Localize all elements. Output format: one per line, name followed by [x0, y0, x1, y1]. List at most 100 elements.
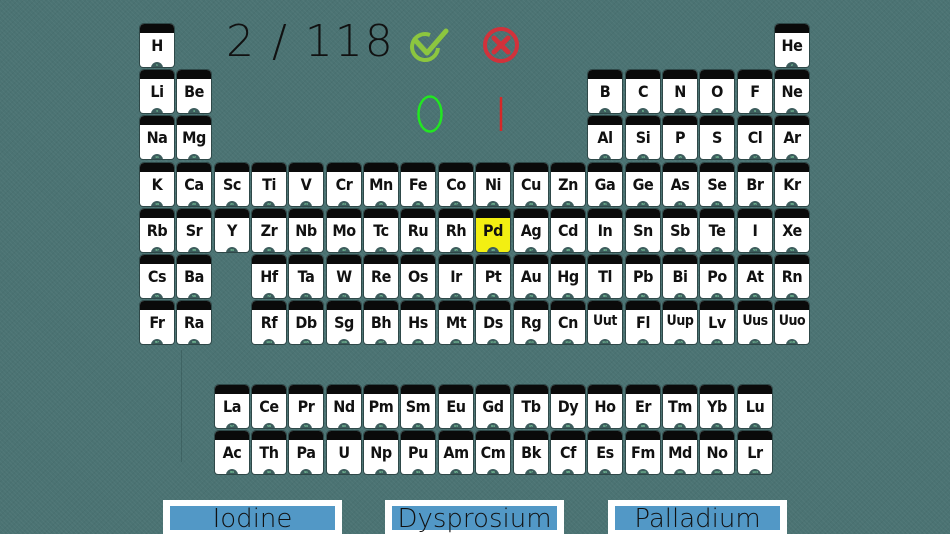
- element-tile-lv[interactable]: Lv 116: [700, 301, 734, 344]
- element-tile-al[interactable]: Al 13: [588, 116, 622, 159]
- element-tile-no[interactable]: No 102: [700, 431, 734, 474]
- element-tile-pd[interactable]: Pd 46: [476, 209, 510, 252]
- element-tile-uuo[interactable]: Uuo 118: [775, 301, 809, 344]
- element-tile-ra[interactable]: Ra 88: [177, 301, 211, 344]
- element-tile-at[interactable]: At 85: [738, 255, 772, 298]
- element-tile-ar[interactable]: Ar 18: [775, 116, 809, 159]
- element-tile-hs[interactable]: Hs 108: [401, 301, 435, 344]
- element-tile-pm[interactable]: Pm 61: [364, 385, 398, 428]
- element-tile-re[interactable]: Re 75: [364, 255, 398, 298]
- element-tile-tc[interactable]: Tc 43: [364, 209, 398, 252]
- element-tile-hf[interactable]: Hf 72: [252, 255, 286, 298]
- element-tile-cd[interactable]: Cd 48: [551, 209, 585, 252]
- element-tile-bk[interactable]: Bk 97: [514, 431, 548, 474]
- element-tile-nd[interactable]: Nd 60: [327, 385, 361, 428]
- element-tile-yb[interactable]: Yb 70: [700, 385, 734, 428]
- element-tile-dy[interactable]: Dy 66: [551, 385, 585, 428]
- element-tile-p[interactable]: P 15: [663, 116, 697, 159]
- element-tile-ds[interactable]: Ds 110: [476, 301, 510, 344]
- element-tile-ir[interactable]: Ir 77: [439, 255, 473, 298]
- element-tile-sb[interactable]: Sb 51: [663, 209, 697, 252]
- element-tile-fl[interactable]: Fl 114: [626, 301, 660, 344]
- element-tile-s[interactable]: S 16: [700, 116, 734, 159]
- element-tile-es[interactable]: Es 99: [588, 431, 622, 474]
- element-tile-co[interactable]: Co 27: [439, 163, 473, 206]
- element-tile-mn[interactable]: Mn 25: [364, 163, 398, 206]
- element-tile-br[interactable]: Br 35: [738, 163, 772, 206]
- element-tile-cm[interactable]: Cm 96: [476, 431, 510, 474]
- element-tile-ru[interactable]: Ru 44: [401, 209, 435, 252]
- element-tile-pa[interactable]: Pa 91: [289, 431, 323, 474]
- element-tile-db[interactable]: Db 105: [289, 301, 323, 344]
- element-tile-ne[interactable]: Ne 10: [775, 70, 809, 113]
- element-tile-lr[interactable]: Lr 103: [738, 431, 772, 474]
- element-tile-na[interactable]: Na 11: [140, 116, 174, 159]
- element-tile-mo[interactable]: Mo 42: [327, 209, 361, 252]
- element-tile-o[interactable]: O8: [700, 70, 734, 113]
- element-tile-kr[interactable]: Kr 36: [775, 163, 809, 206]
- element-tile-ca[interactable]: Ca 20: [177, 163, 211, 206]
- element-tile-bh[interactable]: Bh 107: [364, 301, 398, 344]
- element-tile-os[interactable]: Os 76: [401, 255, 435, 298]
- element-tile-xe[interactable]: Xe 54: [775, 209, 809, 252]
- element-tile-cf[interactable]: Cf 98: [551, 431, 585, 474]
- element-tile-pt[interactable]: Pt 78: [476, 255, 510, 298]
- element-tile-fm[interactable]: Fm 100: [626, 431, 660, 474]
- element-tile-rf[interactable]: Rf 104: [252, 301, 286, 344]
- element-tile-n[interactable]: N7: [663, 70, 697, 113]
- element-tile-i[interactable]: I 53: [738, 209, 772, 252]
- element-tile-lu[interactable]: Lu 71: [738, 385, 772, 428]
- element-tile-as[interactable]: As 33: [663, 163, 697, 206]
- element-tile-c[interactable]: C6: [626, 70, 660, 113]
- element-tile-nb[interactable]: Nb 41: [289, 209, 323, 252]
- element-tile-cr[interactable]: Cr 24: [327, 163, 361, 206]
- element-tile-la[interactable]: La 57: [215, 385, 249, 428]
- element-tile-sg[interactable]: Sg 106: [327, 301, 361, 344]
- element-tile-am[interactable]: Am 95: [439, 431, 473, 474]
- element-tile-w[interactable]: W 74: [327, 255, 361, 298]
- element-tile-b[interactable]: B5: [588, 70, 622, 113]
- answer-button-1[interactable]: Iodine: [163, 500, 342, 534]
- element-tile-cl[interactable]: Cl 17: [738, 116, 772, 159]
- element-tile-tb[interactable]: Tb 65: [514, 385, 548, 428]
- element-tile-au[interactable]: Au 79: [514, 255, 548, 298]
- element-tile-in[interactable]: In 49: [588, 209, 622, 252]
- element-tile-ga[interactable]: Ga 31: [588, 163, 622, 206]
- element-tile-ce[interactable]: Ce 58: [252, 385, 286, 428]
- element-tile-zr[interactable]: Zr 40: [252, 209, 286, 252]
- element-tile-sc[interactable]: Sc 21: [215, 163, 249, 206]
- element-tile-li[interactable]: Li 3: [140, 70, 174, 113]
- element-tile-be[interactable]: Be 4: [177, 70, 211, 113]
- element-tile-si[interactable]: Si 14: [626, 116, 660, 159]
- element-tile-pr[interactable]: Pr 59: [289, 385, 323, 428]
- element-tile-po[interactable]: Po 84: [700, 255, 734, 298]
- element-tile-ge[interactable]: Ge 32: [626, 163, 660, 206]
- element-tile-f[interactable]: F9: [738, 70, 772, 113]
- element-tile-tl[interactable]: Tl 81: [588, 255, 622, 298]
- element-tile-cs[interactable]: Cs 55: [140, 255, 174, 298]
- element-tile-ag[interactable]: Ag 47: [514, 209, 548, 252]
- element-tile-pu[interactable]: Pu 94: [401, 431, 435, 474]
- element-tile-pb[interactable]: Pb 82: [626, 255, 660, 298]
- element-tile-ho[interactable]: Ho 67: [588, 385, 622, 428]
- element-tile-gd[interactable]: Gd 64: [476, 385, 510, 428]
- element-tile-k[interactable]: K 19: [140, 163, 174, 206]
- element-tile-he[interactable]: He 2: [775, 24, 809, 67]
- element-tile-se[interactable]: Se 34: [700, 163, 734, 206]
- element-tile-th[interactable]: Th 90: [252, 431, 286, 474]
- element-tile-eu[interactable]: Eu 63: [439, 385, 473, 428]
- element-tile-y[interactable]: Y 39: [215, 209, 249, 252]
- element-tile-uut[interactable]: Uut 113: [588, 301, 622, 344]
- answer-button-3[interactable]: Palladium: [608, 500, 787, 534]
- element-tile-v[interactable]: V 23: [289, 163, 323, 206]
- element-tile-sr[interactable]: Sr 38: [177, 209, 211, 252]
- element-tile-u[interactable]: U 92: [327, 431, 361, 474]
- element-tile-rn[interactable]: Rn 86: [775, 255, 809, 298]
- element-tile-mg[interactable]: Mg 12: [177, 116, 211, 159]
- element-tile-te[interactable]: Te 52: [700, 209, 734, 252]
- element-tile-zn[interactable]: Zn 30: [551, 163, 585, 206]
- element-tile-fe[interactable]: Fe 26: [401, 163, 435, 206]
- element-tile-tm[interactable]: Tm 69: [663, 385, 697, 428]
- element-tile-cu[interactable]: Cu 29: [514, 163, 548, 206]
- element-tile-rb[interactable]: Rb 37: [140, 209, 174, 252]
